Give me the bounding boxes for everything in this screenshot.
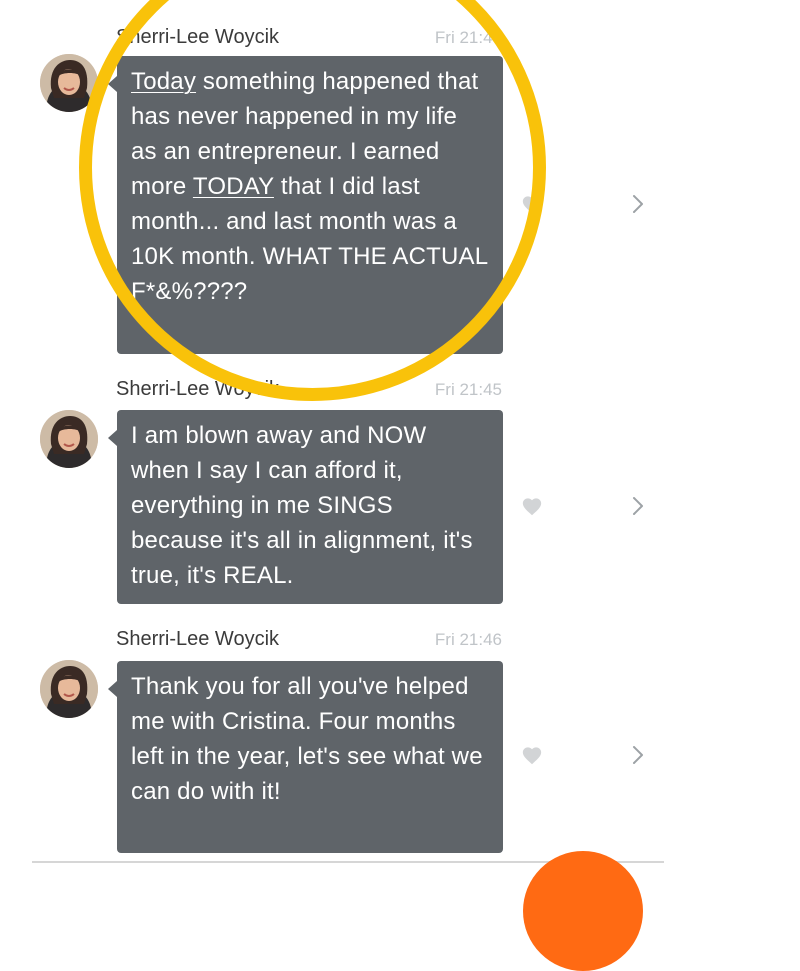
message-text-segment: TODAY (192, 173, 274, 200)
message-text-segment: Today (131, 68, 197, 95)
heart-icon[interactable] (521, 745, 543, 767)
avatar[interactable] (40, 410, 98, 468)
heart-icon[interactable] (521, 496, 543, 518)
message-time: Fri 21:45 (434, 380, 502, 399)
sender-name: Sherri-Lee Woycik (116, 26, 280, 48)
sender-name: Sherri-Lee Woycik (116, 628, 280, 650)
message-bubble[interactable]: Today something happened that has never … (108, 56, 503, 354)
message-text: Today something happened that has never … (131, 64, 489, 309)
chevron-right-icon[interactable] (630, 193, 646, 215)
chevron-right-icon[interactable] (630, 495, 646, 517)
message-bubble[interactable]: I am blown away and NOW when I say I can… (108, 410, 503, 604)
message-bubble[interactable]: Thank you for all you've helped me with … (108, 661, 503, 853)
floating-action-button[interactable] (523, 851, 643, 971)
chevron-right-icon[interactable] (630, 744, 646, 766)
message-time: Fri 21:46 (434, 630, 502, 649)
sender-name: Sherri-Lee Woycik (116, 378, 280, 400)
avatar[interactable] (40, 660, 98, 718)
avatar[interactable] (40, 54, 98, 112)
message-text: I am blown away and NOW when I say I can… (131, 422, 473, 589)
message-time: Fri 21:45 (434, 28, 502, 47)
message-text: Thank you for all you've helped me with … (131, 673, 483, 805)
heart-icon[interactable] (521, 194, 543, 216)
